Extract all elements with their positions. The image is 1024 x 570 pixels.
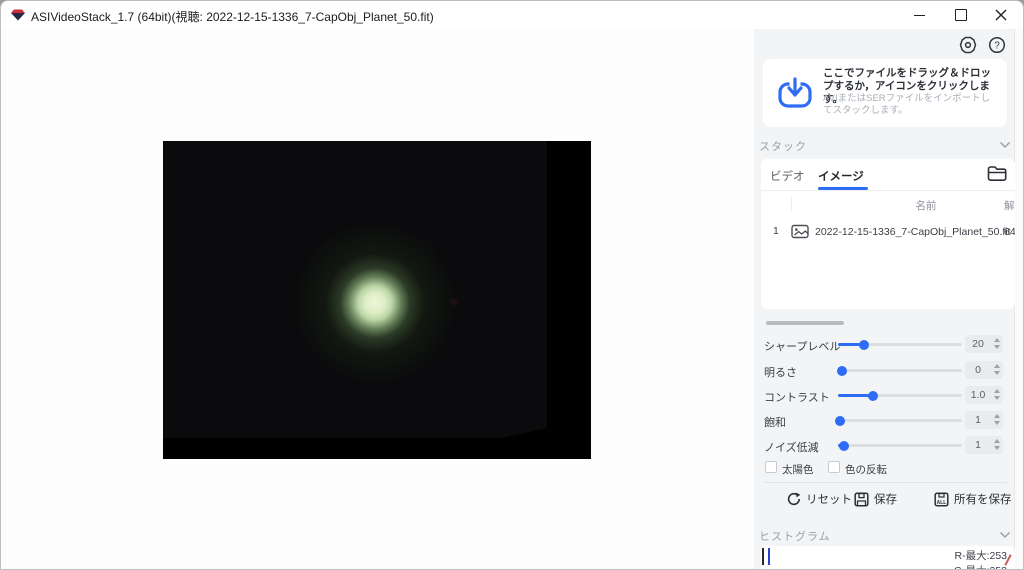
column-header-name: 名前 [915, 200, 937, 212]
save-all-label: 所有を保存 [954, 494, 1012, 506]
app-window: ASIVideoStack_1.7 (64bit)(視聴: 2022-12-15… [0, 0, 1024, 570]
save-label: 保存 [874, 494, 897, 506]
checkbox-invert-color[interactable] [828, 461, 840, 473]
settings-gear-icon[interactable] [959, 36, 977, 54]
value-spinbox[interactable]: 20 [965, 335, 1003, 353]
histogram-r-max: R-最大:253 [954, 550, 1007, 562]
image-file-icon [791, 224, 809, 239]
column-header-resolution: 解像度 [1004, 200, 1015, 212]
slider-track[interactable] [838, 339, 962, 350]
histogram-dark-spike [762, 548, 764, 565]
preview-area [1, 29, 754, 569]
reset-icon [787, 492, 801, 506]
slider-row-contrast: コントラスト 1.0 [764, 385, 1015, 405]
planet-image [295, 223, 455, 383]
stack-panel: ビデオ イメージ 名前 解像度 1 2022-12-15-1336_7-CapO… [761, 159, 1015, 309]
row-resolution: 640 [1004, 226, 1015, 238]
histogram-collapse-chevron-icon[interactable] [999, 531, 1011, 539]
image-canvas [163, 141, 591, 459]
close-button[interactable] [981, 1, 1021, 29]
slider-label: シャープレベル [764, 341, 841, 353]
slider-row-sharp-level: シャープレベル 20 [764, 334, 1015, 354]
spinner-arrows-icon[interactable] [994, 364, 1000, 375]
spinner-arrows-icon[interactable] [994, 439, 1000, 450]
tab-video[interactable]: ビデオ [770, 168, 805, 184]
dropzone-hint-text: AVIまたはSERファイルをインポートしてスタックします。 [823, 93, 991, 116]
stack-section-title: スタック [759, 141, 807, 153]
slider-row-noise-reduction: ノイズ低減 1 [764, 435, 1015, 455]
tab-image[interactable]: イメージ [818, 168, 864, 184]
reset-button[interactable]: リセット [787, 490, 852, 508]
spinner-arrows-icon[interactable] [994, 414, 1000, 425]
slider-handle[interactable] [867, 390, 878, 401]
title-bar: ASIVideoStack_1.7 (64bit)(視聴: 2022-12-15… [1, 1, 1023, 30]
app-logo-icon [11, 9, 25, 21]
slider-track[interactable] [835, 415, 962, 426]
row-filename: 2022-12-15-1336_7-CapObj_Planet_50.fit [815, 226, 1011, 238]
save-button[interactable]: 保存 [854, 490, 897, 508]
spin-value: 1 [975, 414, 981, 426]
spin-value: 0 [975, 364, 981, 376]
import-file-icon[interactable] [777, 76, 813, 110]
spin-value: 1.0 [970, 389, 986, 401]
maximize-button[interactable] [941, 1, 981, 29]
spinner-arrows-icon[interactable] [994, 338, 1000, 349]
value-spinbox[interactable]: 0 [965, 361, 1003, 379]
slider-label: ノイズ低減 [764, 442, 819, 454]
checkbox-label: 色の反転 [845, 464, 887, 476]
slider-track[interactable] [838, 440, 962, 451]
slider-label: 飽和 [764, 417, 786, 429]
slider-track[interactable] [836, 365, 962, 376]
slider-handle[interactable] [839, 440, 850, 451]
slider-handle[interactable] [859, 339, 870, 350]
save-all-button[interactable]: ALL 所有を保存 [934, 490, 1012, 508]
slider-row-brightness: 明るさ 0 [764, 360, 1015, 380]
spin-value: 20 [972, 338, 984, 350]
spin-value: 1 [975, 439, 981, 451]
slider-track[interactable] [838, 390, 962, 401]
file-dropzone[interactable]: ここでファイルをドラッグ＆ドロップするか，アイコンをクリックします。 AVIまた… [763, 59, 1007, 127]
svg-text:ALL: ALL [937, 500, 947, 506]
checkbox-sun-color[interactable] [765, 461, 777, 473]
slider-handle[interactable] [836, 365, 847, 376]
row-index: 1 [773, 225, 779, 237]
minimize-button[interactable] [899, 1, 939, 29]
close-icon [995, 9, 1007, 21]
slider-handle[interactable] [835, 415, 846, 426]
save-icon [854, 491, 869, 507]
histogram-g-max: G-最大:253 [954, 563, 1007, 569]
value-spinbox[interactable]: 1.0 [965, 386, 1003, 404]
window-title: ASIVideoStack_1.7 (64bit)(視聴: 2022-12-15… [31, 10, 434, 24]
open-folder-icon[interactable] [987, 165, 1007, 182]
histogram-blue-spike [768, 548, 770, 565]
progress-bar [766, 321, 844, 325]
checkbox-label: 太陽色 [782, 464, 814, 476]
file-table-header: 名前 解像度 [761, 191, 1015, 218]
table-row[interactable]: 1 2022-12-15-1336_7-CapObj_Planet_50.fit… [761, 217, 1015, 247]
spinner-arrows-icon[interactable] [994, 389, 1000, 400]
histogram-section-title: ヒストグラム [759, 531, 831, 543]
faint-artifact [449, 297, 459, 307]
help-icon[interactable]: ? [988, 36, 1006, 54]
value-spinbox[interactable]: 1 [965, 436, 1003, 454]
slider-row-saturation: 飽和 1 [764, 410, 1015, 430]
stack-collapse-chevron-icon[interactable] [999, 141, 1011, 149]
save-all-icon: ALL [934, 491, 949, 507]
svg-text:?: ? [994, 41, 1000, 52]
reset-label: リセット [806, 494, 852, 506]
slider-label: 明るさ [764, 367, 797, 379]
sidebar-scrollbar[interactable] [1014, 29, 1023, 569]
divider [764, 482, 1007, 483]
histogram-panel: R-最大:253 G-最大:253 [761, 546, 1015, 569]
slider-label: コントラスト [764, 392, 830, 404]
value-spinbox[interactable]: 1 [965, 411, 1003, 429]
